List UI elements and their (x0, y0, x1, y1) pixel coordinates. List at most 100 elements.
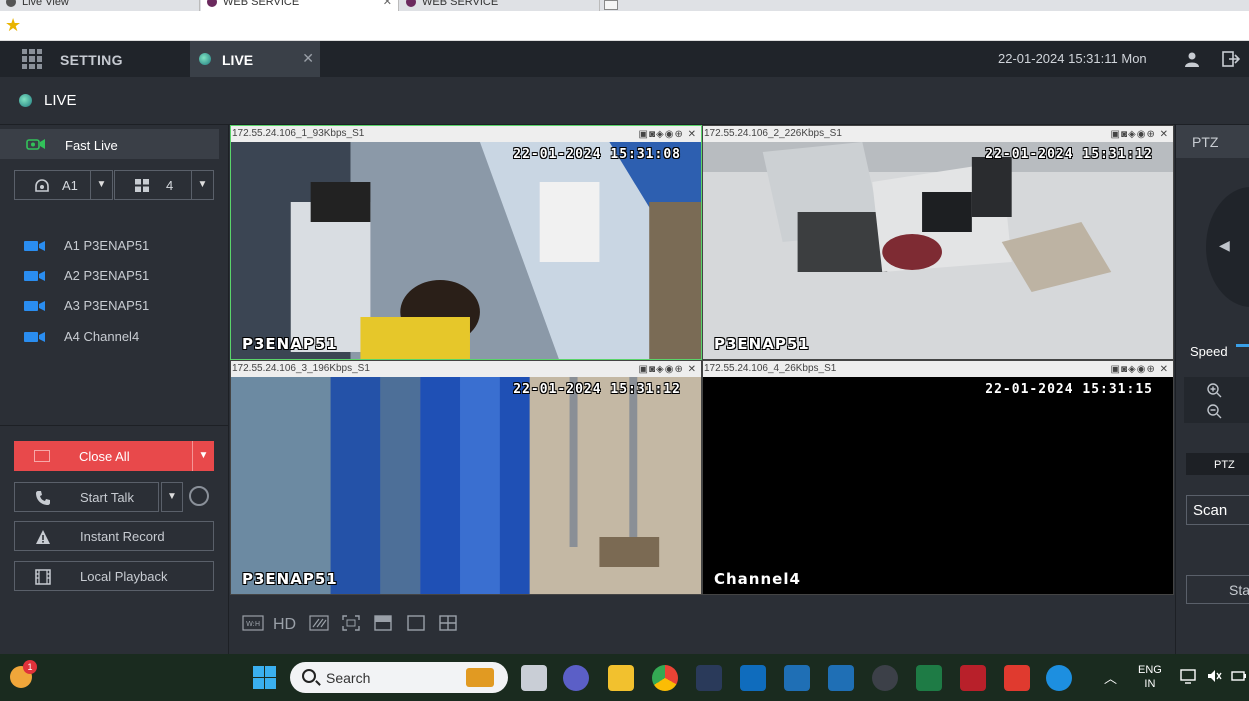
camera-feed (703, 142, 1173, 359)
live-globe-icon (19, 94, 32, 107)
video-timestamp: 22-01-2024 15:31:15 (985, 382, 1153, 397)
scan-select[interactable]: Scan (1186, 495, 1249, 525)
ptz-direction-wheel[interactable]: ◀ (1206, 187, 1249, 307)
zoom-out-icon[interactable] (1206, 403, 1222, 419)
notification-badge: 1 (23, 660, 37, 674)
ptz-button[interactable]: PTZ (1186, 453, 1249, 475)
user-icon[interactable] (1184, 51, 1200, 67)
camera-feed (231, 142, 701, 359)
browser-tab-web-service-active[interactable]: WEB SERVICE ✕ (201, 0, 399, 11)
video-channel-name: P3ENAP51 (714, 335, 810, 353)
app-window-icon-2[interactable] (828, 665, 854, 691)
file-explorer-icon[interactable] (608, 665, 634, 691)
volume-icon[interactable] (1206, 668, 1222, 684)
app-window-icon[interactable] (784, 665, 810, 691)
talk-status-indicator[interactable] (189, 486, 209, 506)
channel-select[interactable]: A1 ▼ (14, 170, 113, 200)
video-cell-2[interactable]: 172.55.24.106_2_226Kbps_S1 ▣◙◈◉⊕ ✕ 22-01… (702, 125, 1174, 360)
local-playback-button[interactable]: Local Playback (14, 561, 214, 591)
setting-tab[interactable]: SETTING (60, 52, 123, 68)
aspect-ratio-icon[interactable]: W:H (242, 615, 264, 631)
chat-icon[interactable] (563, 665, 589, 691)
search-label: Search (326, 670, 371, 686)
network-icon[interactable] (1180, 668, 1196, 684)
video-cell-1[interactable]: 172.55.24.106_1_93Kbps_S1 ▣◙◈◉⊕ ✕ 22-01-… (230, 125, 702, 360)
live-tab[interactable]: LIVE ✕ (190, 41, 320, 77)
page-title-bar: LIVE (0, 77, 1249, 125)
single-window-icon[interactable] (407, 615, 425, 631)
app-icon[interactable] (696, 665, 722, 691)
outlook-icon[interactable] (740, 665, 766, 691)
logout-icon[interactable] (1222, 50, 1240, 68)
stream-info: 172.55.24.106_2_226Kbps_S1 (704, 128, 842, 139)
windows-taskbar: 1 Search ︿ ENG IN (0, 654, 1249, 701)
arrow-left-icon[interactable]: ◀ (1219, 237, 1230, 254)
close-all-button[interactable]: Close All ▼ (14, 441, 214, 471)
talk-options-dropdown[interactable]: ▼ (161, 482, 183, 512)
new-tab-button[interactable] (604, 0, 618, 10)
camera-icon (24, 332, 45, 342)
speed-label: Speed (1190, 344, 1228, 359)
fast-live-label: Fast Live (65, 138, 118, 153)
task-view-icon[interactable] (521, 665, 547, 691)
internet-explorer-icon[interactable] (1046, 665, 1072, 691)
video-cell-header: 172.55.24.106_2_226Kbps_S1 ▣◙◈◉⊕ ✕ (703, 126, 1173, 142)
browser-tab-bar: Live View WEB SERVICE ✕ WEB SERVICE (0, 0, 1249, 11)
instant-record-button[interactable]: Instant Record (14, 521, 214, 551)
battery-icon[interactable] (1231, 668, 1247, 684)
start-talk-button[interactable]: Start Talk (14, 482, 159, 512)
tab-label: Live View (22, 0, 69, 8)
anydesk-icon[interactable] (1004, 665, 1030, 691)
hd-toggle[interactable]: HD (273, 616, 296, 634)
cell-controls-icon[interactable]: ▣◙◈◉⊕ ✕ (639, 127, 697, 142)
local-playback-label: Local Playback (80, 569, 168, 584)
camera-icon (24, 241, 45, 251)
cell-controls-icon[interactable]: ▣◙◈◉⊕ ✕ (1111, 127, 1169, 142)
weather-icon[interactable]: 1 (10, 660, 37, 688)
language-indicator[interactable]: ENG IN (1138, 663, 1162, 691)
video-cell-3[interactable]: 172.55.24.106_3_196Kbps_S1 ▣◙◈◉⊕ ✕ 22-01… (230, 360, 702, 595)
favorites-star-icon[interactable]: ★ (5, 15, 21, 36)
fullscreen-icon[interactable] (342, 615, 360, 631)
browser-tab-live-view[interactable]: Live View (0, 0, 200, 11)
tab-favicon-icon (6, 0, 16, 7)
quad-window-icon[interactable] (439, 615, 457, 631)
app-header: SETTING LIVE ✕ 22-01-2024 15:31:11 Mon (0, 41, 1249, 77)
browser-tab-web-service[interactable]: WEB SERVICE (400, 0, 600, 11)
svg-text:W:H: W:H (246, 620, 260, 628)
windows-start-icon[interactable] (253, 666, 276, 689)
chevron-down-icon[interactable]: ▼ (192, 441, 214, 471)
ptz-panel: PTZ ◀ Speed PTZ Scan Start (1175, 125, 1249, 654)
close-tab-icon[interactable]: ✕ (383, 0, 392, 8)
smooth-icon[interactable] (309, 615, 329, 631)
settings-gear-icon[interactable] (872, 665, 898, 691)
briefcase-icon (466, 668, 494, 687)
fast-live-button[interactable]: Fast Live (0, 129, 219, 159)
video-toolbar: W:H HD (230, 595, 1174, 654)
zoom-in-icon[interactable] (1206, 382, 1222, 398)
cell-controls-icon[interactable]: ▣◙◈◉⊕ ✕ (1111, 362, 1169, 377)
video-timestamp: 22-01-2024 15:31:08 (513, 147, 681, 162)
video-channel-name: Channel4 (714, 570, 801, 588)
taskbar-search[interactable]: Search (290, 662, 508, 693)
language-code: ENG (1138, 664, 1162, 676)
menu-grid-icon[interactable] (22, 49, 42, 69)
chrome-icon[interactable] (652, 665, 678, 691)
chevron-down-icon[interactable]: ▼ (90, 171, 112, 199)
chevron-down-icon[interactable]: ▼ (191, 171, 213, 199)
cell-controls-icon[interactable]: ▣◙◈◉⊕ ✕ (639, 362, 697, 377)
app-76-icon[interactable] (960, 665, 986, 691)
excel-icon[interactable] (916, 665, 942, 691)
layout-1-icon[interactable] (374, 615, 392, 631)
close-icon[interactable]: ✕ (302, 50, 314, 67)
split-grid-icon (135, 179, 149, 192)
close-all-icon (34, 450, 50, 462)
page-title: LIVE (44, 92, 77, 109)
split-select[interactable]: 4 ▼ (114, 170, 214, 200)
channel-item-label: A3 P3ENAP51 (64, 298, 150, 313)
start-button[interactable]: Start (1186, 575, 1249, 604)
video-cell-4[interactable]: 172.55.24.106_4_26Kbps_S1 ▣◙◈◉⊕ ✕ 22-01-… (702, 360, 1174, 595)
camera-feed (231, 377, 701, 594)
speed-slider[interactable] (1236, 344, 1249, 347)
chevron-up-icon[interactable]: ︿ (1104, 668, 1117, 687)
